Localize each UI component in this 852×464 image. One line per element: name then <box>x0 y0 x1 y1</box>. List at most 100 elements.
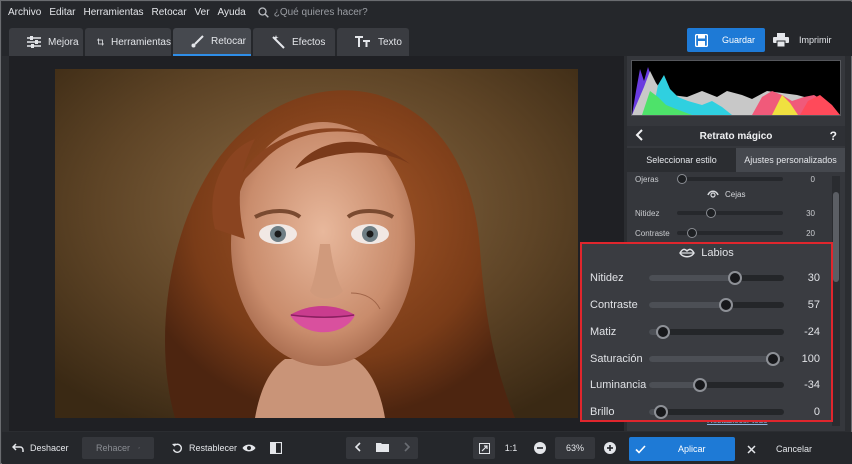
slider-knob[interactable] <box>705 208 716 218</box>
slider-knob[interactable] <box>677 174 687 184</box>
tab-label: Mejora <box>48 36 79 48</box>
slider-knob[interactable] <box>719 298 734 312</box>
zoom-out-button[interactable] <box>531 437 549 459</box>
prev-image-icon[interactable] <box>354 441 361 455</box>
slider-knob[interactable] <box>653 405 668 419</box>
brush-icon <box>191 34 204 47</box>
subtab-custom-settings[interactable]: Ajustes personalizados <box>736 148 845 172</box>
slider-fill <box>649 356 774 362</box>
slider-track[interactable] <box>677 228 783 238</box>
preview-toggle[interactable] <box>242 437 262 459</box>
slider-knob[interactable] <box>656 325 671 339</box>
checkmark-icon <box>635 444 646 454</box>
menu-editar[interactable]: Editar <box>49 7 75 18</box>
scrollbar-thumb[interactable] <box>833 192 839 282</box>
slider-track[interactable] <box>677 208 783 218</box>
printer-icon <box>773 33 789 47</box>
image-navigation <box>346 437 418 459</box>
text-icon <box>355 36 370 47</box>
save-button[interactable]: Guardar <box>687 28 765 52</box>
menu-bar: Archivo Editar Herramientas Retocar Ver … <box>2 2 852 22</box>
next-image-icon[interactable] <box>403 441 411 455</box>
labios-title: Labios <box>701 247 734 259</box>
slider-knob[interactable] <box>727 271 742 285</box>
slider-label: Saturación <box>590 353 643 365</box>
undo-icon <box>12 443 24 452</box>
reset-icon <box>172 443 182 453</box>
undo-button[interactable]: Deshacer <box>12 437 69 459</box>
slider-ojeras[interactable]: Ojeras 0 <box>635 172 831 186</box>
tab-retocar[interactable]: Retocar <box>173 28 251 56</box>
zoom-in-button[interactable] <box>601 437 619 459</box>
subtab-select-style[interactable]: Seleccionar estilo <box>627 148 736 172</box>
tab-efectos[interactable]: Efectos <box>253 28 335 56</box>
print-button[interactable]: Imprimir <box>771 28 845 52</box>
menu-archivo[interactable]: Archivo <box>8 7 41 18</box>
slider-label: Nitidez <box>590 272 624 284</box>
slider-value: 30 <box>807 272 820 284</box>
tab-herramientas[interactable]: Herramientas <box>85 28 171 56</box>
magic-wand-icon <box>272 35 285 49</box>
menu-ayuda[interactable]: Ayuda <box>218 7 246 18</box>
slider-label: Luminancia <box>590 379 647 391</box>
slider-cejas-contraste[interactable]: Contraste 20 <box>635 226 831 240</box>
redo-button[interactable]: Rehacer <box>82 437 154 459</box>
labios-slider-row[interactable]: Luminancia -34 <box>590 377 820 393</box>
close-icon <box>747 444 756 454</box>
redo-label: Rehacer <box>96 443 131 453</box>
slider-label: Nitidez <box>635 208 660 218</box>
labios-slider-row[interactable]: Contraste 57 <box>590 297 820 313</box>
command-search[interactable]: ¿Qué quieres hacer? <box>258 7 368 18</box>
slider-knob[interactable] <box>766 352 781 366</box>
cancel-button[interactable]: Cancelar <box>743 437 843 461</box>
slider-track[interactable] <box>649 271 784 285</box>
fit-screen-button[interactable] <box>473 437 495 459</box>
slider-value: 30 <box>806 208 815 218</box>
slider-knob[interactable] <box>692 378 707 392</box>
back-arrow-icon[interactable] <box>635 129 643 144</box>
compare-button[interactable] <box>270 437 288 459</box>
menu-ver[interactable]: Ver <box>195 7 210 18</box>
slider-track[interactable] <box>649 352 784 366</box>
menu-retocar[interactable]: Retocar <box>152 7 187 18</box>
lips-icon <box>679 248 696 258</box>
slider-track[interactable] <box>677 174 783 184</box>
labios-slider-row[interactable]: Saturación 100 <box>590 351 820 367</box>
panel-title: Retrato mágico <box>699 130 773 142</box>
panel-header: Retrato mágico ? <box>627 126 845 146</box>
slider-cejas-nitidez[interactable]: Nitidez 30 <box>635 206 831 220</box>
tab-label: Retocar <box>211 35 247 47</box>
labios-slider-row[interactable]: Brillo 0 <box>590 404 820 420</box>
slider-track[interactable] <box>649 325 784 339</box>
menu-herramientas[interactable]: Herramientas <box>83 7 143 18</box>
zoom-level[interactable]: 63% <box>555 437 595 459</box>
folder-icon[interactable] <box>375 442 389 455</box>
tab-label: Herramientas <box>110 36 171 48</box>
panel-scrollbar[interactable] <box>832 176 840 426</box>
fit-screen-icon <box>478 442 490 454</box>
tab-label: Efectos <box>292 36 326 48</box>
print-label: Imprimir <box>799 35 832 45</box>
apply-button[interactable]: Aplicar <box>629 437 735 461</box>
labios-panel-highlight: Labios Nitidez 30 Contraste 57 Matiz -24 Satur… <box>580 242 833 422</box>
tab-texto[interactable]: Texto <box>337 28 409 56</box>
floppy-disk-icon <box>695 33 708 47</box>
slider-value: 0 <box>810 174 815 184</box>
slider-value: -24 <box>804 326 820 338</box>
crop-icon <box>97 38 104 46</box>
image-canvas[interactable] <box>9 56 624 431</box>
tab-mejora[interactable]: Mejora <box>9 28 83 56</box>
help-button[interactable]: ? <box>830 129 837 143</box>
labios-slider-row[interactable]: Matiz -24 <box>590 324 820 340</box>
actual-size-button[interactable]: 1:1 <box>499 437 523 459</box>
cejas-title: Cejas <box>725 189 746 199</box>
search-placeholder: ¿Qué quieres hacer? <box>273 6 368 18</box>
slider-track[interactable] <box>649 405 784 419</box>
slider-track[interactable] <box>649 298 784 312</box>
slider-track[interactable] <box>649 378 784 392</box>
slider-knob[interactable] <box>686 228 697 238</box>
reset-button[interactable]: Restablecer <box>172 437 237 459</box>
labios-slider-row[interactable]: Nitidez 30 <box>590 270 820 286</box>
slider-label: Contraste <box>635 228 670 238</box>
portrait-photo[interactable] <box>55 69 578 418</box>
